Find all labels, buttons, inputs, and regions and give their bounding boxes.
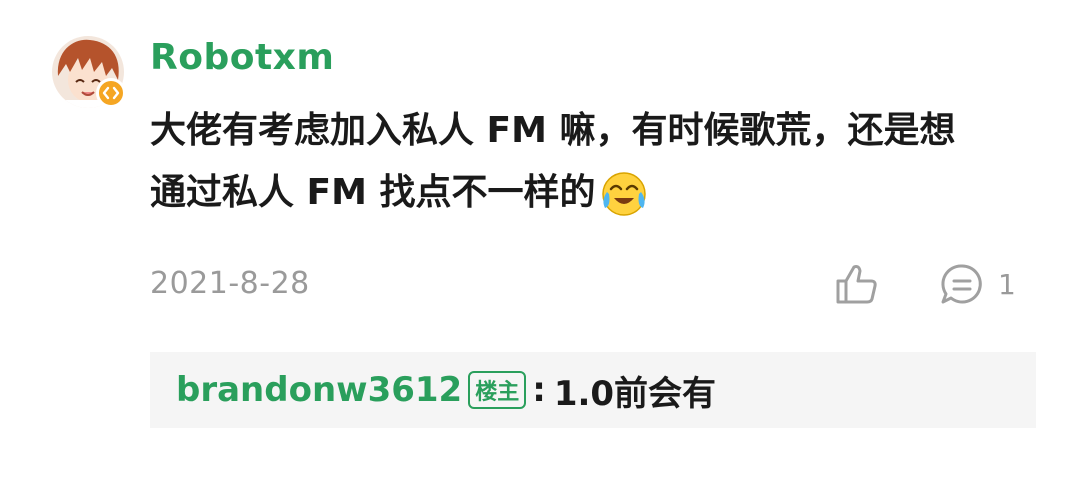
comment-body: 大佬有考虑加入私人 FM 嘛，有时候歌荒，还是想 通过私人 FM 找点不一样的 bbox=[150, 100, 1050, 224]
op-badge: 楼主 bbox=[468, 371, 527, 409]
comment-username[interactable]: Robotxm bbox=[150, 36, 334, 80]
comment-card: Robotxm 大佬有考虑加入私人 FM 嘛，有时候歌荒，还是想 通过私人 FM… bbox=[0, 0, 1080, 477]
reply-username[interactable]: brandonw3612 bbox=[176, 370, 462, 410]
reply-separator: : bbox=[532, 370, 546, 410]
comment-icon bbox=[941, 264, 982, 304]
comment-body-line: 大佬有考虑加入私人 FM 嘛，有时候歌荒，还是想 bbox=[150, 110, 956, 151]
like-button[interactable] bbox=[834, 262, 880, 306]
comment-body-line: 通过私人 FM 找点不一样的 bbox=[150, 162, 1050, 224]
reply-count: 1 bbox=[998, 267, 1016, 301]
comment-body-text: 通过私人 FM 找点不一样的 bbox=[150, 172, 596, 213]
comment-date: 2021-8-28 bbox=[150, 266, 310, 301]
reply-preview[interactable]: brandonw3612 楼主 : 1.0前会有 bbox=[150, 352, 1036, 428]
developer-badge-icon bbox=[96, 78, 126, 108]
reply-text: 1.0前会有 bbox=[553, 373, 717, 414]
thumbs-up-icon bbox=[836, 265, 877, 304]
laughing-crying-emoji-icon bbox=[599, 168, 649, 218]
reply-button[interactable]: 1 bbox=[940, 262, 1016, 306]
